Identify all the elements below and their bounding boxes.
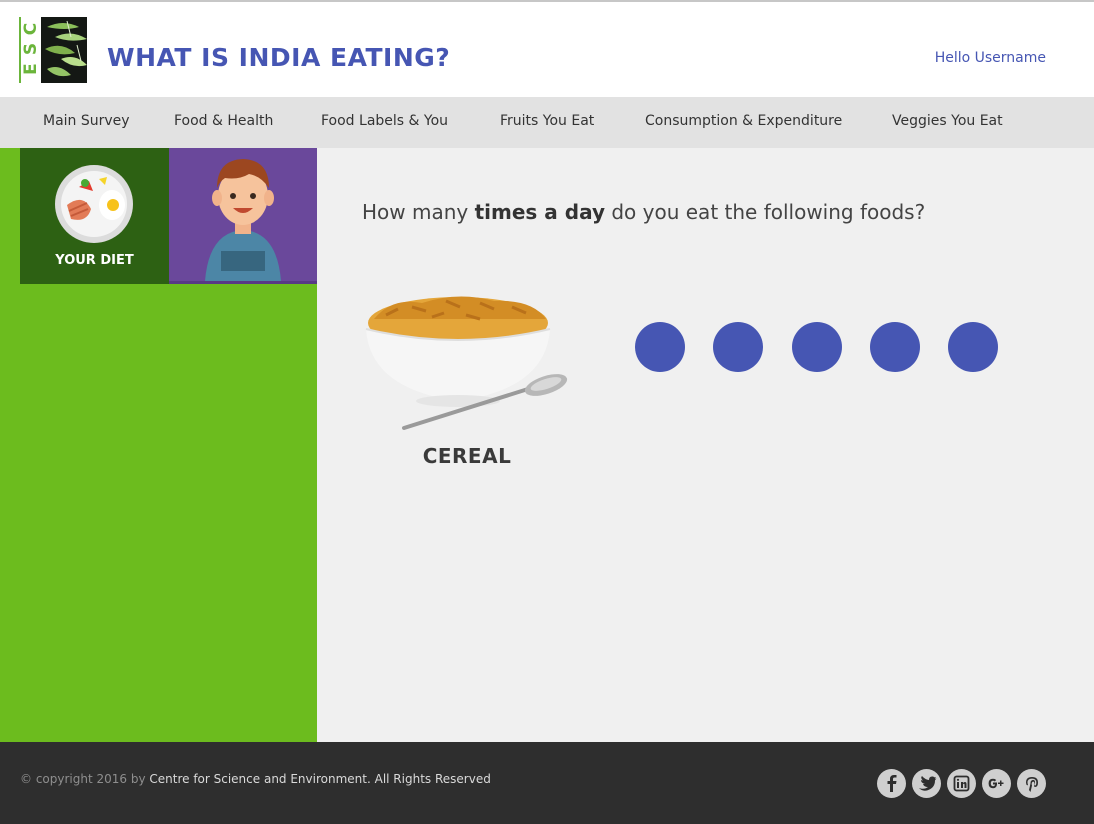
survey-panel: How many times a day do you eat the foll… — [317, 148, 1094, 742]
your-diet-label: YOUR DIET — [55, 253, 134, 268]
cereal-bowl-image — [362, 293, 572, 438]
frequency-option-2[interactable] — [713, 322, 763, 372]
sidebar: YOUR DIET — [0, 148, 317, 742]
question-suffix: do you eat the following foods? — [605, 200, 926, 224]
frequency-option-4[interactable] — [870, 322, 920, 372]
food-label: CEREAL — [422, 444, 512, 468]
site-footer: © copyright 2016 by Centre for Science a… — [0, 742, 1094, 824]
twitter-icon[interactable] — [912, 769, 941, 798]
question-prefix: How many — [362, 200, 475, 224]
cse-logo[interactable]: C S E — [19, 17, 87, 83]
copyright-org: Centre for Science and Environment. All … — [149, 772, 491, 786]
logo-letter-s: S — [21, 42, 41, 56]
copyright-text: © copyright 2016 by Centre for Science a… — [20, 772, 491, 786]
question-emphasis: times a day — [474, 200, 605, 224]
site-header: C S E WHAT IS INDIA EATING? Hello Userna… — [0, 0, 1094, 97]
logo-letters: C S E — [21, 17, 41, 83]
nav-item-main-survey[interactable]: Main Survey — [43, 113, 130, 129]
logo-letter-e: E — [21, 63, 41, 75]
your-diet-tile[interactable]: YOUR DIET — [20, 148, 169, 284]
linkedin-icon[interactable] — [947, 769, 976, 798]
frequency-option-5[interactable] — [948, 322, 998, 372]
logo-letter-c: C — [21, 22, 41, 36]
frequency-option-3[interactable] — [792, 322, 842, 372]
survey-question: How many times a day do you eat the foll… — [362, 200, 925, 224]
avatar — [205, 159, 281, 281]
nav-item-consumption[interactable]: Consumption & Expenditure — [645, 113, 842, 129]
nav-item-fruits[interactable]: Fruits You Eat — [500, 113, 594, 129]
copyright-prefix: © copyright 2016 by — [20, 772, 150, 786]
main-nav: Main Survey Food & Health Food Labels & … — [0, 97, 1094, 148]
user-greeting-link[interactable]: Hello Username — [935, 50, 1046, 66]
nav-item-veggies[interactable]: Veggies You Eat — [892, 113, 1003, 129]
facebook-icon[interactable] — [877, 769, 906, 798]
nav-item-food-labels[interactable]: Food Labels & You — [321, 113, 448, 129]
pinterest-icon[interactable] — [1017, 769, 1046, 798]
google-plus-icon[interactable] — [982, 769, 1011, 798]
leaf-icon — [45, 20, 87, 77]
frequency-option-1[interactable] — [635, 322, 685, 372]
site-title: WHAT IS INDIA EATING? — [107, 43, 451, 72]
avatar-tile — [169, 148, 317, 284]
nav-item-food-health[interactable]: Food & Health — [174, 113, 273, 129]
diet-plate-icon — [55, 165, 133, 243]
